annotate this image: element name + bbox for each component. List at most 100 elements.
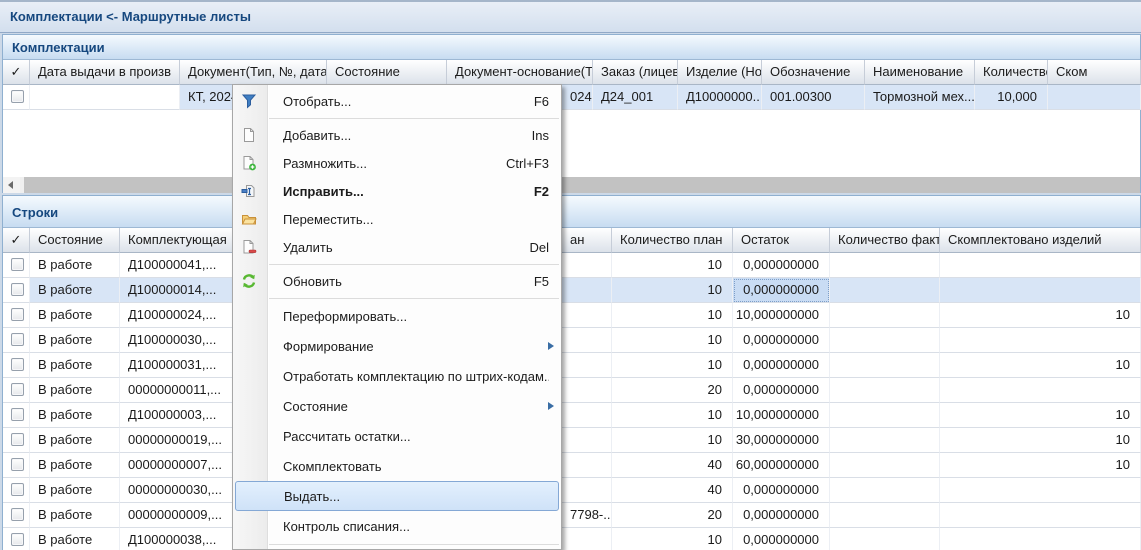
table-cell: 0,000000000 [733, 278, 830, 303]
row-checkbox[interactable] [11, 358, 24, 371]
table-cell: В работе [30, 303, 120, 328]
scrollbar-thumb[interactable] [24, 177, 1140, 193]
column-header[interactable]: Изделие (Номе [678, 60, 762, 85]
row-checkbox[interactable] [11, 533, 24, 546]
table-row[interactable]: В работе00000000007,...4060,00000000010 [3, 453, 1140, 478]
menu-item[interactable]: Скомплектовать [233, 451, 561, 481]
menu-item[interactable]: Переместить... [233, 205, 561, 233]
table-row[interactable]: В работеД100000041,...100,000000000 [3, 253, 1140, 278]
menu-item[interactable]: Формирование [233, 331, 561, 361]
column-header[interactable]: Остаток [733, 228, 830, 253]
row-checkbox[interactable] [11, 383, 24, 396]
column-header[interactable]: Документ(Тип, №, дата) [180, 60, 327, 85]
column-header[interactable]: Документ-основание(Ти [447, 60, 593, 85]
menu-item[interactable]: ОбновитьF5 [233, 267, 561, 295]
column-header[interactable]: Комплектующая [120, 228, 248, 253]
menu-separator [233, 541, 561, 547]
table-row[interactable]: КТ, 2024024Д24_001Д10000000...001.00300Т… [3, 85, 1140, 110]
table-cell: 00000000007,... [120, 453, 248, 478]
column-header[interactable]: Состояние [327, 60, 447, 85]
menu-item-label: Состояние [283, 399, 549, 414]
table-row[interactable]: В работеД100000024,...1010,00000000010 [3, 303, 1140, 328]
table-cell: В работе [30, 378, 120, 403]
column-header[interactable]: Наименование [865, 60, 975, 85]
menu-item-label: Переформировать... [283, 309, 549, 324]
column-header[interactable]: Скомплектовано изделий [940, 228, 1141, 253]
table-cell [3, 478, 30, 503]
menu-item[interactable]: Отобрать... F6 [233, 87, 561, 115]
row-checkbox[interactable] [11, 283, 24, 296]
table-cell [3, 503, 30, 528]
table-row[interactable]: В работеД100000030,...100,000000000 [3, 328, 1140, 353]
column-header[interactable]: Состояние [30, 228, 120, 253]
menu-item[interactable]: Размножить...Ctrl+F3 [233, 149, 561, 177]
table-cell: 10 [612, 353, 733, 378]
table-cell: 001.00300 [762, 85, 865, 110]
column-header[interactable]: Заказ (лицево [593, 60, 678, 85]
menu-item-label: Переместить... [283, 212, 549, 227]
menu-item[interactable]: УдалитьDel [233, 233, 561, 261]
table-cell: 20 [612, 503, 733, 528]
table-cell [940, 253, 1141, 278]
scroll-left-arrow-icon [8, 181, 13, 189]
column-header[interactable]: ✓ [3, 60, 30, 85]
table-cell [3, 453, 30, 478]
table-cell [562, 478, 612, 503]
menu-item[interactable]: Добавить...Ins [233, 121, 561, 149]
table-cell: 0,000000000 [733, 378, 830, 403]
column-header[interactable]: Количество [975, 60, 1048, 85]
menu-item[interactable]: Отработать комплектацию по штрих-кодам..… [233, 361, 561, 391]
column-header[interactable]: Количество факт [830, 228, 940, 253]
table-row[interactable]: В работеД100000031,...100,00000000010 [3, 353, 1140, 378]
column-header[interactable]: Ском [1048, 60, 1141, 85]
menu-item[interactable]: Переформировать... [233, 301, 561, 331]
table-row[interactable]: В работе00000000009,...7798-...200,00000… [3, 503, 1140, 528]
table-cell [830, 378, 940, 403]
table-cell [830, 453, 940, 478]
column-header[interactable]: Дата выдачи в произв [30, 60, 180, 85]
menu-item-shortcut: Ctrl+F3 [506, 156, 549, 171]
menu-item-label: Отобрать... [283, 94, 520, 109]
table-row[interactable]: В работе00000000030,...400,000000000 [3, 478, 1140, 503]
table-cell: В работе [30, 403, 120, 428]
row-checkbox[interactable] [11, 258, 24, 271]
column-header[interactable]: ан [562, 228, 612, 253]
column-header[interactable]: Обозначение [762, 60, 865, 85]
table-row[interactable]: В работе00000000011,...200,000000000 [3, 378, 1140, 403]
table-cell: 00000000009,... [120, 503, 248, 528]
table-row[interactable]: В работе00000000019,...1030,00000000010 [3, 428, 1140, 453]
table-cell [3, 528, 30, 550]
table-cell: Д100000024,... [120, 303, 248, 328]
column-header[interactable]: Количество план [612, 228, 733, 253]
filter-icon [241, 93, 257, 109]
row-checkbox[interactable] [11, 458, 24, 471]
menu-item[interactable]: Исправить...F2 [233, 177, 561, 205]
column-header[interactable]: ✓ [3, 228, 30, 253]
row-checkbox[interactable] [11, 408, 24, 421]
table-row[interactable]: В работеД100000038,...100,000000000 [3, 528, 1140, 550]
menu-item[interactable]: Контроль списания... [233, 511, 561, 541]
table-cell: 00000000011,... [120, 378, 248, 403]
menu-item-shortcut: Ins [532, 128, 549, 143]
table-cell [3, 353, 30, 378]
table-cell [3, 253, 30, 278]
row-checkbox[interactable] [11, 308, 24, 321]
table-cell: В работе [30, 353, 120, 378]
row-checkbox[interactable] [11, 333, 24, 346]
table-cell [830, 303, 940, 328]
table-cell [562, 378, 612, 403]
row-checkbox[interactable] [11, 508, 24, 521]
row-checkbox[interactable] [11, 90, 24, 103]
table-row[interactable]: В работеД100000003,...1010,00000000010 [3, 403, 1140, 428]
menu-item[interactable]: Состояние [233, 391, 561, 421]
row-checkbox[interactable] [11, 483, 24, 496]
scroll-left-button[interactable] [3, 177, 20, 193]
row-checkbox[interactable] [11, 433, 24, 446]
table-cell: 00000000019,... [120, 428, 248, 453]
menu-item[interactable]: Выдать... [235, 481, 559, 511]
table-cell: Д100000031,... [120, 353, 248, 378]
menu-item[interactable]: Рассчитать остатки... [233, 421, 561, 451]
table-row[interactable]: В работеД100000014,...100,000000000 [3, 278, 1140, 303]
kits-horizontal-scrollbar[interactable] [3, 177, 1140, 193]
menu-item-shortcut: F6 [534, 94, 549, 109]
